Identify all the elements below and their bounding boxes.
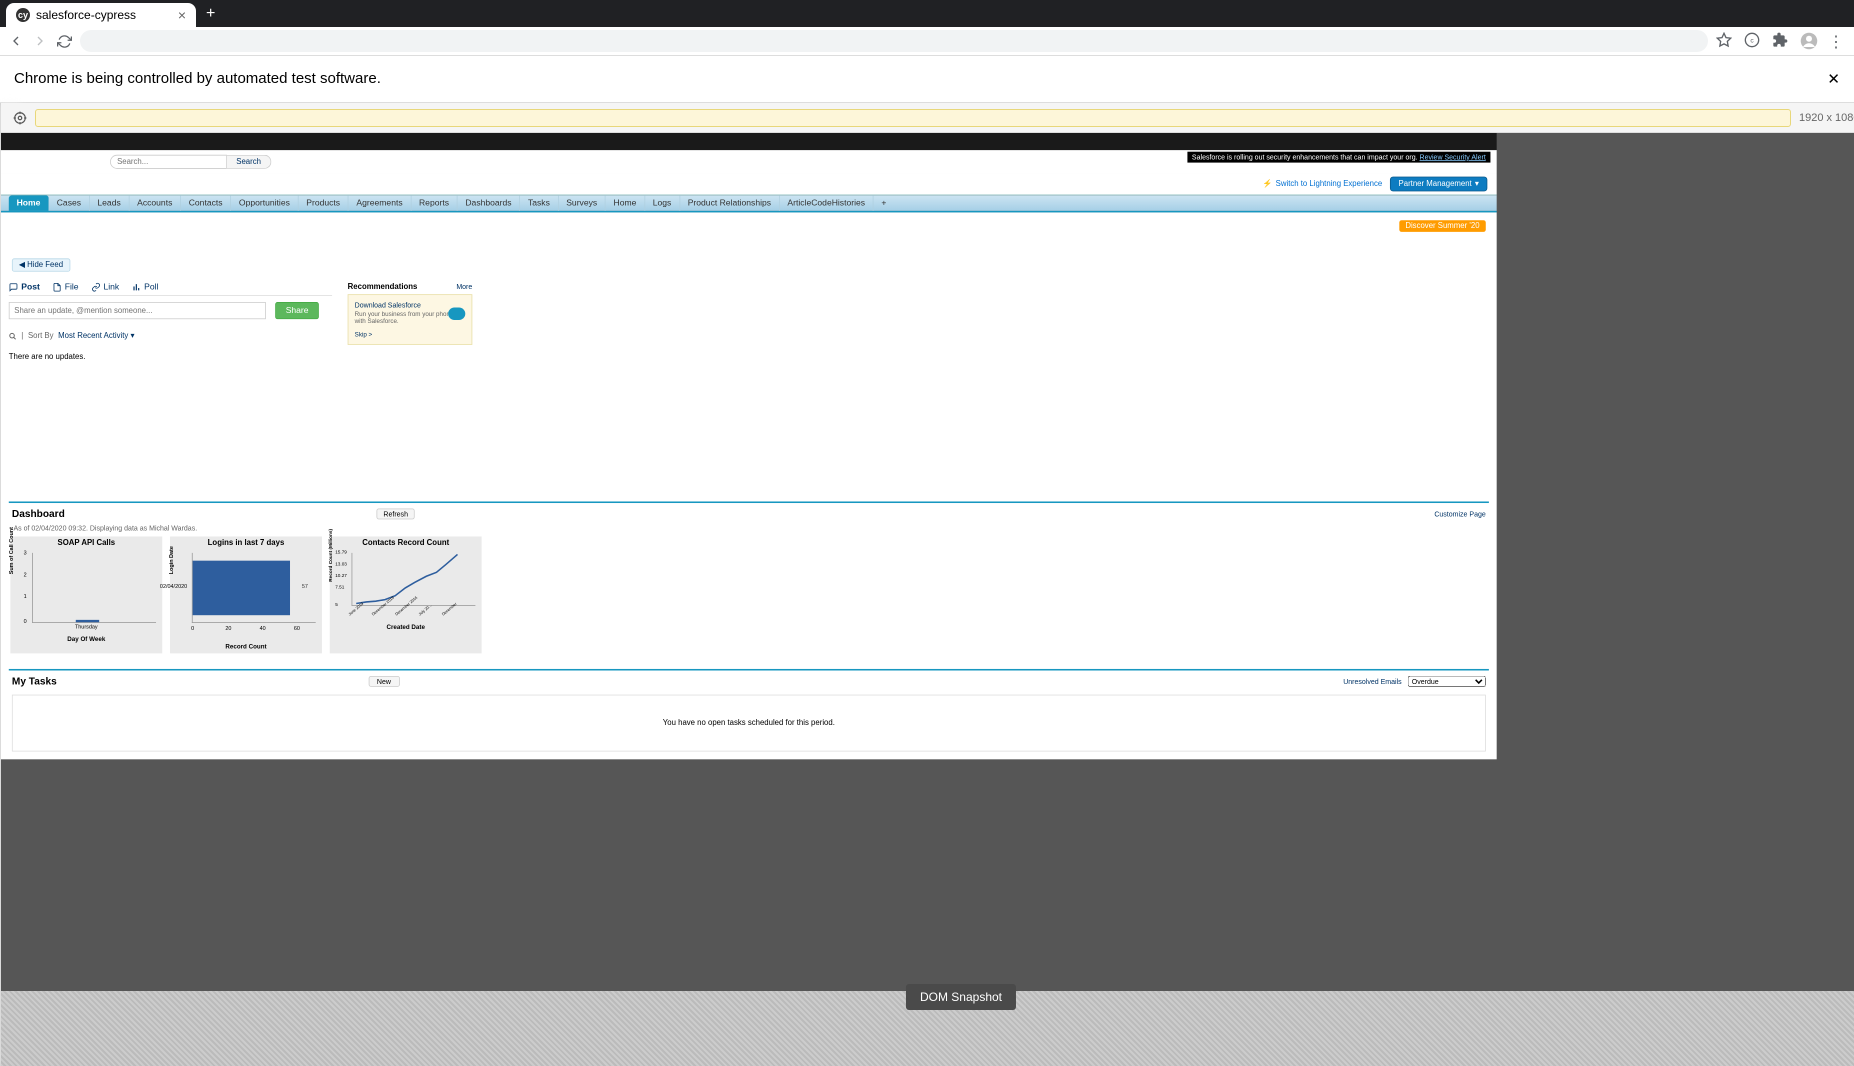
file-icon [52, 283, 61, 292]
unresolved-emails-link[interactable]: Unresolved Emails [1343, 677, 1401, 685]
close-tab-icon[interactable]: × [178, 7, 186, 23]
salesforce-cloud-icon [448, 307, 465, 319]
skip-recommendation-link[interactable]: Skip > [355, 331, 466, 338]
close-notice-icon[interactable]: ✕ [1827, 70, 1840, 88]
global-search-button[interactable]: Search [227, 155, 271, 169]
security-alert-banner: Salesforce is rolling out security enhan… [1187, 152, 1490, 163]
selector-playground-icon[interactable] [13, 111, 27, 125]
sort-by-dropdown[interactable]: Most Recent Activity ▾ [58, 332, 134, 341]
reload-icon[interactable] [56, 33, 72, 49]
browser-toolbar: c ⋮ [0, 27, 1854, 56]
automation-notice-bar: Chrome is being controlled by automated … [0, 56, 1854, 103]
browser-tab-strip: cy salesforce-cypress × + [0, 0, 1854, 27]
chevron-down-icon: ▾ [130, 332, 134, 341]
recommendations-more-link[interactable]: More [456, 283, 472, 292]
cypress-favicon-icon: cy [16, 8, 30, 22]
recommendations-title: Recommendations [348, 283, 418, 292]
svg-text:c: c [1750, 38, 1754, 45]
global-search-input[interactable] [110, 155, 227, 169]
chevron-down-icon: ▾ [1475, 180, 1479, 189]
feed-post-input[interactable] [9, 302, 266, 319]
tab-surveys[interactable]: Surveys [558, 195, 605, 211]
tab-accounts[interactable]: Accounts [129, 195, 181, 211]
customize-page-link[interactable]: Customize Page [1434, 510, 1485, 518]
tab-contacts[interactable]: Contacts [181, 195, 231, 211]
review-security-link[interactable]: Review Security Alert [1420, 153, 1486, 161]
tab-opportunities[interactable]: Opportunities [231, 195, 298, 211]
tab-leads[interactable]: Leads [90, 195, 130, 211]
dom-snapshot-tooltip: DOM Snapshot [906, 984, 1016, 1010]
cypress-url-bar: 1920 x 1080 (72%) i [1, 103, 1854, 133]
cypress-extension-icon[interactable]: c [1744, 32, 1762, 50]
my-tasks-title: My Tasks [12, 675, 57, 687]
download-salesforce-link[interactable]: Download Salesforce [355, 301, 466, 309]
poll-icon [132, 283, 141, 292]
tab-logs[interactable]: Logs [645, 195, 680, 211]
viewport-dimensions: 1920 x 1080 (72%) i [1799, 112, 1854, 124]
tab-articlecodehistories[interactable]: ArticleCodeHistories [780, 195, 874, 211]
tab-dashboards[interactable]: Dashboards [458, 195, 521, 211]
chart-soap-api-calls[interactable]: SOAP API Calls Sum of Call Count 3 2 1 0 [10, 537, 162, 654]
task-filter-select[interactable]: Overdue [1408, 676, 1486, 687]
switch-to-lightning-link[interactable]: ⚡ Switch to Lightning Experience [1263, 180, 1382, 189]
new-task-button[interactable]: New [368, 676, 399, 687]
feed-tab-post[interactable]: Post [9, 283, 40, 292]
tab-title: salesforce-cypress [36, 8, 136, 22]
chat-icon [9, 283, 18, 292]
salesforce-tab-bar: Home Cases Leads Accounts Contacts Oppor… [1, 195, 1497, 213]
collapse-icon: ◀ [19, 261, 25, 270]
tab-product-relationships[interactable]: Product Relationships [680, 195, 780, 211]
dashboard-title: Dashboard [12, 508, 65, 520]
share-button[interactable]: Share [276, 302, 319, 319]
feed-tab-file[interactable]: File [52, 283, 78, 292]
discover-release-badge[interactable]: Discover Summer '20 [1399, 220, 1486, 232]
tab-cases[interactable]: Cases [49, 195, 90, 211]
menu-icon[interactable]: ⋮ [1828, 32, 1846, 50]
search-icon[interactable] [9, 332, 17, 340]
app-preview-panel: 1920 x 1080 (72%) i Salesforce is rollin… [1, 103, 1854, 1066]
hide-feed-button[interactable]: ◀ Hide Feed [12, 258, 70, 271]
add-tab-button[interactable]: + [874, 195, 895, 211]
tab-reports[interactable]: Reports [411, 195, 457, 211]
tasks-empty-message: You have no open tasks scheduled for thi… [12, 695, 1486, 752]
lightning-icon: ⚡ [1263, 180, 1273, 189]
salesforce-global-header [1, 133, 1497, 150]
app-menu-button[interactable]: Partner Management ▾ [1390, 177, 1487, 192]
tab-products[interactable]: Products [298, 195, 348, 211]
chart-contacts-record-count[interactable]: Contacts Record Count Record Count (Mill… [330, 537, 482, 654]
extensions-icon[interactable] [1772, 32, 1790, 50]
chart-logins-7-days[interactable]: Logins in last 7 days Login Date 02/04/2… [170, 537, 322, 654]
url-bar[interactable] [80, 30, 1708, 52]
automation-notice-text: Chrome is being controlled by automated … [14, 70, 381, 88]
dashboard-meta: As of 02/04/2020 09:32. Displaying data … [9, 524, 1489, 536]
browser-tab[interactable]: cy salesforce-cypress × [6, 3, 196, 27]
star-icon[interactable] [1716, 32, 1734, 50]
refresh-dashboard-button[interactable]: Refresh [376, 508, 415, 519]
tab-tasks[interactable]: Tasks [520, 195, 558, 211]
profile-icon[interactable] [1800, 32, 1818, 50]
recommendation-card: Download Salesforce Run your business fr… [348, 294, 473, 345]
tab-home[interactable]: Home [9, 195, 49, 211]
tab-agreements[interactable]: Agreements [349, 195, 412, 211]
forward-icon[interactable] [32, 33, 48, 49]
tab-home-2[interactable]: Home [606, 195, 645, 211]
aut-url-display[interactable] [35, 109, 1791, 127]
link-icon [91, 283, 100, 292]
new-tab-button[interactable]: + [196, 1, 225, 27]
feed-empty-message: There are no updates. [9, 353, 332, 362]
feed-tab-link[interactable]: Link [91, 283, 119, 292]
back-icon[interactable] [8, 33, 24, 49]
feed-tab-poll[interactable]: Poll [132, 283, 159, 292]
